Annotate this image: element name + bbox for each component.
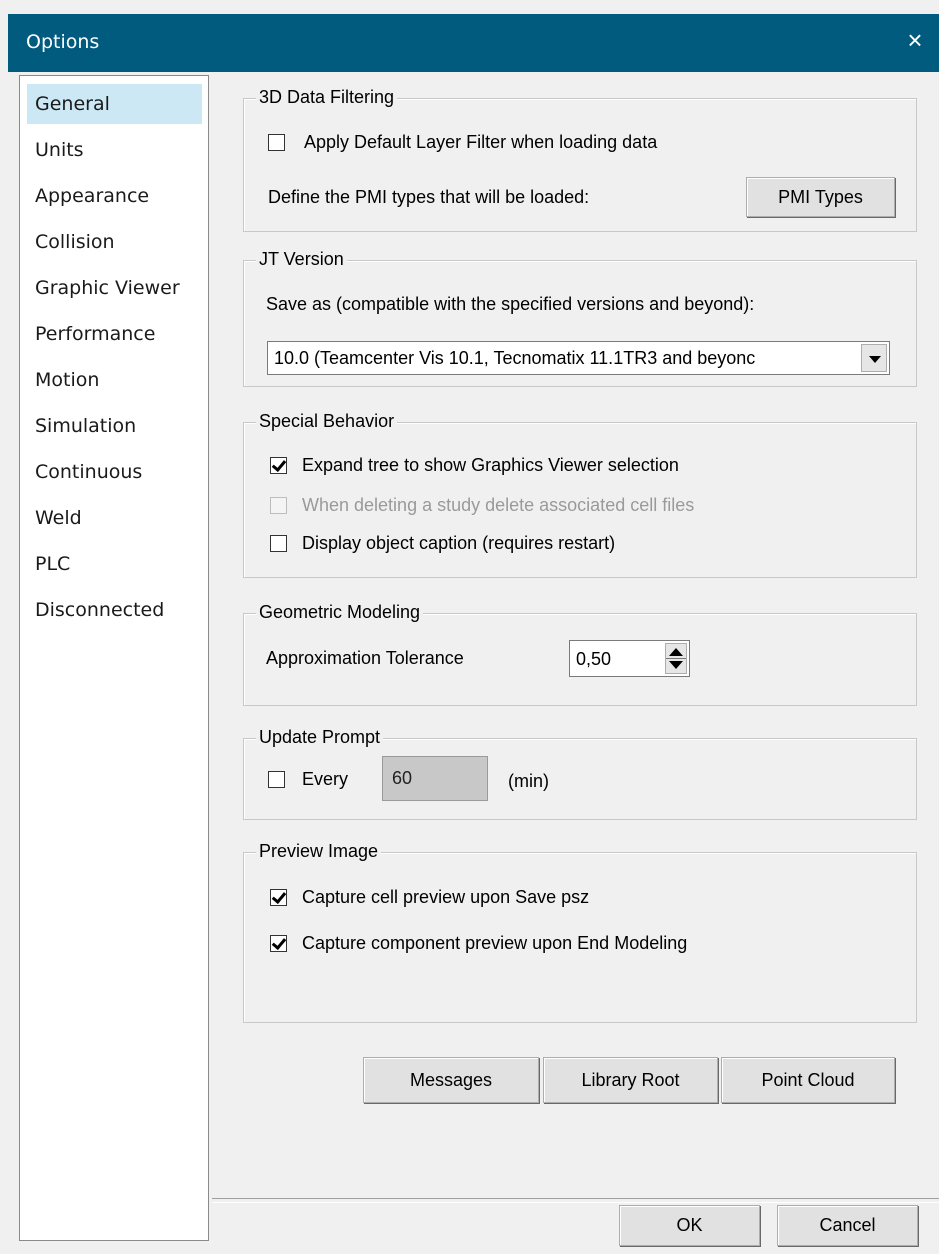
nav-item-weld[interactable]: Weld bbox=[27, 498, 202, 538]
display-caption-label: Display object caption (requires restart… bbox=[302, 533, 616, 553]
nav-item-units[interactable]: Units bbox=[27, 130, 202, 170]
nav-item-plc[interactable]: PLC bbox=[27, 544, 202, 584]
capture-cell-preview-checkbox[interactable] bbox=[270, 889, 287, 906]
nav-item-disconnected[interactable]: Disconnected bbox=[27, 590, 202, 630]
group-legend: JT Version bbox=[256, 249, 347, 270]
group-legend: Special Behavior bbox=[256, 411, 398, 432]
nav-item-collision[interactable]: Collision bbox=[27, 222, 202, 262]
nav-item-motion[interactable]: Motion bbox=[27, 360, 202, 400]
save-as-description: Save as (compatible with the specified v… bbox=[266, 294, 755, 314]
expand-tree-label: Expand tree to show Graphics Viewer sele… bbox=[302, 455, 679, 475]
approximation-tolerance-value[interactable]: 0,50 bbox=[576, 649, 611, 670]
nav-item-continuous[interactable]: Continuous bbox=[27, 452, 202, 492]
messages-button[interactable]: Messages bbox=[363, 1057, 539, 1103]
group-legend: Update Prompt bbox=[256, 727, 384, 748]
stepper-buttons bbox=[665, 643, 687, 674]
approximation-tolerance-stepper[interactable]: 0,50 bbox=[569, 640, 690, 677]
display-caption-checkbox[interactable] bbox=[270, 535, 287, 552]
ok-button[interactable]: OK bbox=[619, 1205, 760, 1246]
window-title: Options bbox=[26, 31, 100, 53]
nav-item-performance[interactable]: Performance bbox=[27, 314, 202, 354]
delete-cell-files-checkbox bbox=[270, 497, 287, 514]
every-minutes-input: 60 bbox=[382, 756, 488, 801]
group-legend: Preview Image bbox=[256, 841, 382, 862]
pmi-types-description: Define the PMI types that will be loaded… bbox=[268, 187, 590, 207]
expand-tree-checkbox[interactable] bbox=[270, 457, 287, 474]
library-root-button[interactable]: Library Root bbox=[543, 1057, 718, 1103]
point-cloud-button[interactable]: Point Cloud bbox=[721, 1057, 895, 1103]
every-label: Every bbox=[302, 769, 349, 789]
chevron-down-icon[interactable] bbox=[861, 344, 887, 372]
capture-component-preview-label: Capture component preview upon End Model… bbox=[302, 933, 688, 953]
group-legend: Geometric Modeling bbox=[256, 602, 424, 623]
capture-cell-preview-label: Capture cell preview upon Save psz bbox=[302, 887, 590, 907]
nav-item-general[interactable]: General bbox=[27, 84, 202, 124]
every-checkbox[interactable] bbox=[268, 771, 285, 788]
content-separator bbox=[212, 1198, 939, 1203]
apply-layer-filter-label: Apply Default Layer Filter when loading … bbox=[304, 132, 658, 152]
spin-down-icon[interactable] bbox=[669, 661, 683, 669]
capture-component-preview-checkbox[interactable] bbox=[270, 935, 287, 952]
pmi-types-button[interactable]: PMI Types bbox=[746, 177, 895, 217]
nav-item-graphic-viewer[interactable]: Graphic Viewer bbox=[27, 268, 202, 308]
cancel-button[interactable]: Cancel bbox=[777, 1205, 918, 1246]
close-icon[interactable]: × bbox=[901, 26, 929, 54]
jt-version-select[interactable]: 10.0 (Teamcenter Vis 10.1, Tecnomatix 11… bbox=[267, 341, 890, 375]
nav-item-appearance[interactable]: Appearance bbox=[27, 176, 202, 216]
options-nav-list: General Units Appearance Collision Graph… bbox=[19, 75, 209, 1241]
approximation-tolerance-label: Approximation Tolerance bbox=[266, 648, 464, 668]
minutes-unit-label: (min) bbox=[508, 771, 549, 791]
spin-up-icon[interactable] bbox=[669, 648, 683, 656]
stepper-divider bbox=[666, 658, 686, 659]
title-bar: Options × bbox=[8, 14, 939, 72]
nav-item-simulation[interactable]: Simulation bbox=[27, 406, 202, 446]
group-legend: 3D Data Filtering bbox=[256, 87, 398, 108]
apply-layer-filter-checkbox[interactable] bbox=[268, 134, 285, 151]
jt-version-selected-value: 10.0 (Teamcenter Vis 10.1, Tecnomatix 11… bbox=[274, 348, 756, 368]
delete-cell-files-label: When deleting a study delete associated … bbox=[302, 495, 695, 515]
